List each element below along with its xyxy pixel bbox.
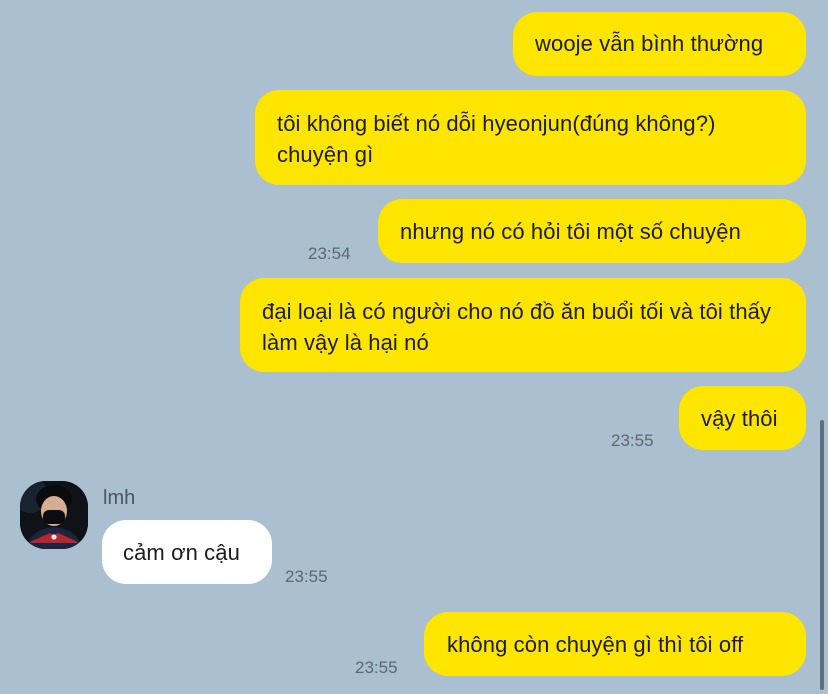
message-text: nhưng nó có hỏi tôi một số chuyện — [400, 219, 741, 244]
incoming-message-bubble[interactable]: cảm ơn cậu — [102, 520, 272, 584]
message-text: đại loại là có người cho nó đồ ăn buổi t… — [262, 299, 772, 355]
avatar-icon — [20, 481, 88, 549]
message-timestamp: 23:54 — [308, 244, 351, 263]
message-text: không còn chuyện gì thì tôi off — [447, 632, 744, 657]
avatar[interactable] — [20, 481, 88, 549]
message-text: tôi không biết nó dỗi hyeonjun(đúng khôn… — [277, 111, 716, 167]
outgoing-message-bubble[interactable]: đại loại là có người cho nó đồ ăn buổi t… — [240, 278, 806, 372]
message-timestamp: 23:55 — [355, 658, 398, 677]
outgoing-message-bubble[interactable]: nhưng nó có hỏi tôi một số chuyện — [378, 199, 806, 263]
message-text: cảm ơn cậu — [123, 540, 240, 565]
outgoing-message-bubble[interactable]: tôi không biết nó dỗi hyeonjun(đúng khôn… — [255, 90, 806, 185]
message-text: vậy thôi — [701, 406, 778, 431]
outgoing-message-bubble[interactable]: vậy thôi — [679, 386, 806, 450]
message-text: wooje vẫn bình thường — [535, 31, 764, 56]
message-timestamp: 23:55 — [611, 431, 654, 450]
outgoing-message-bubble[interactable]: wooje vẫn bình thường — [513, 12, 806, 76]
sender-name: lmh — [103, 487, 136, 509]
scrollbar[interactable] — [820, 420, 824, 690]
outgoing-message-bubble[interactable]: không còn chuyện gì thì tôi off — [424, 612, 806, 676]
message-timestamp: 23:55 — [285, 567, 328, 586]
